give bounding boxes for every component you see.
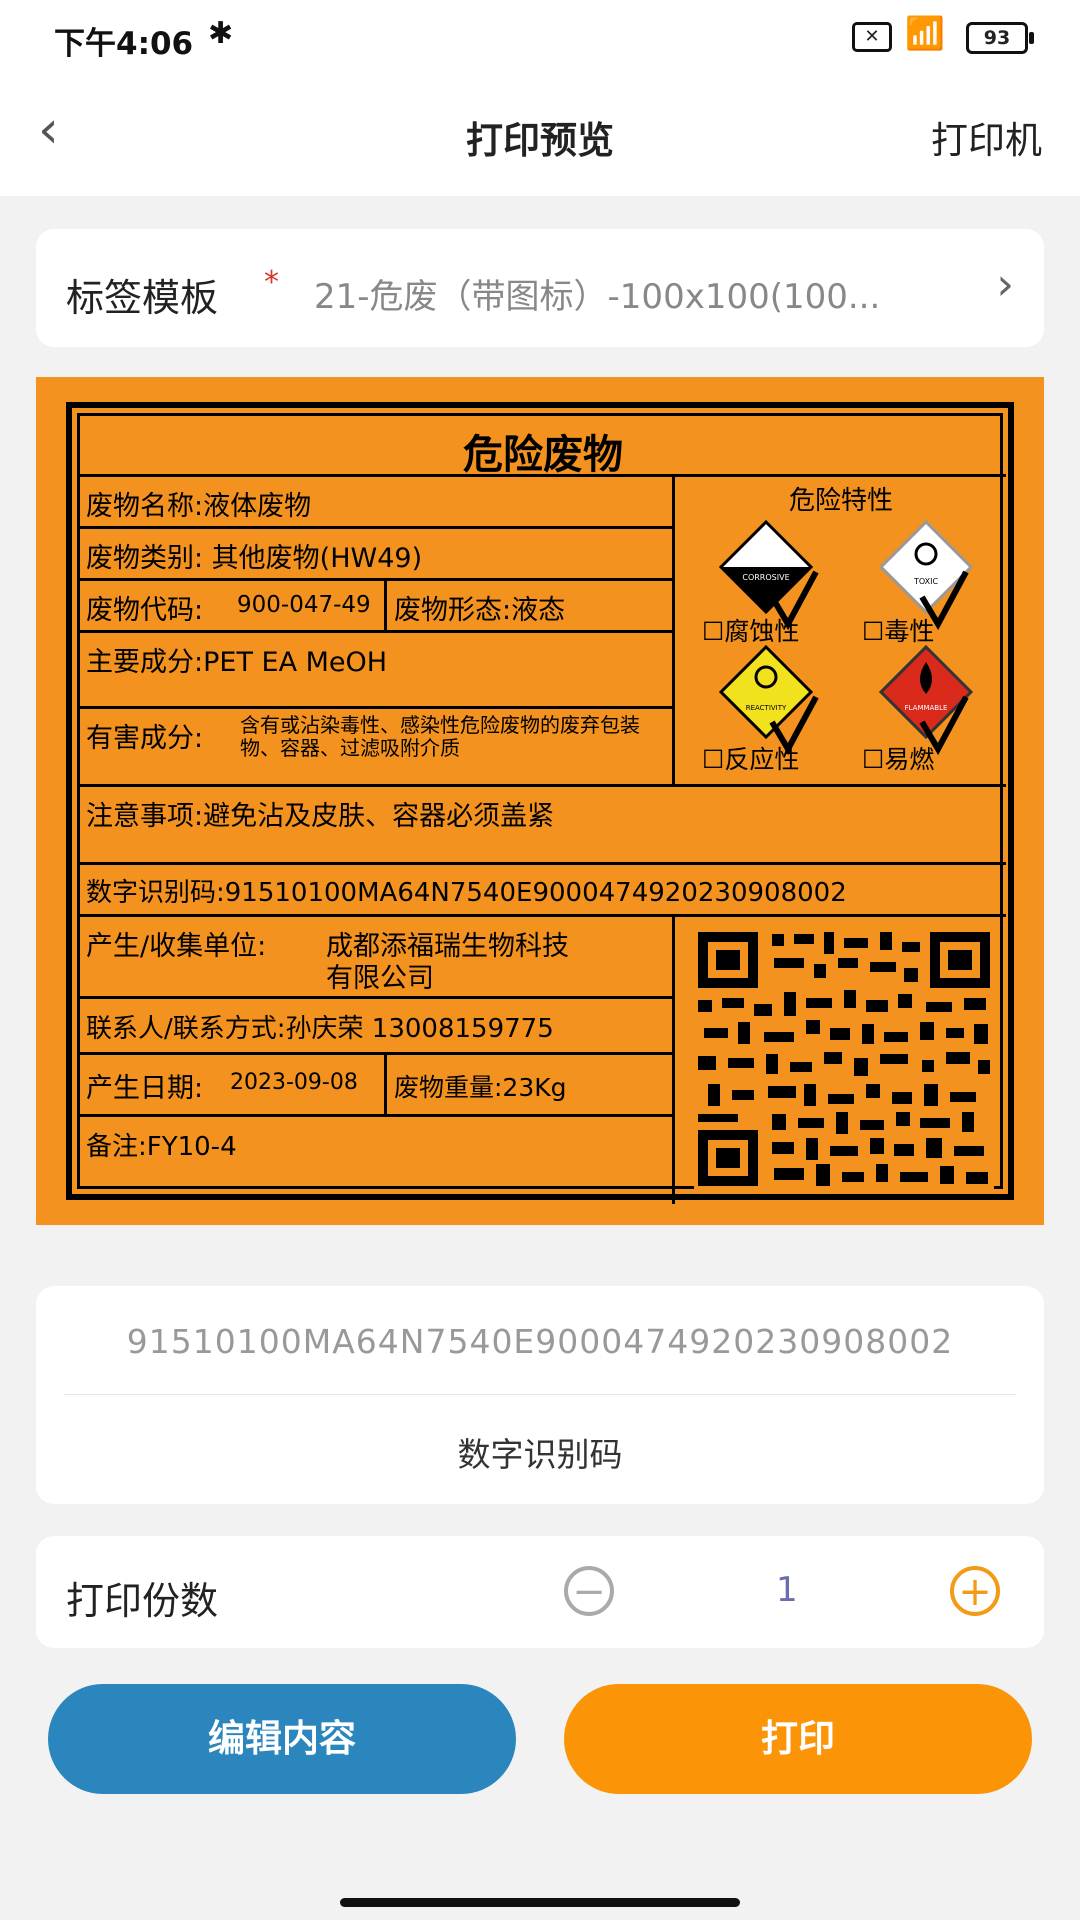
label-inner-frame: 危险废物 废物名称:液体废物 废物类别: 其他废物(HW49) 废物代码: 90… (77, 413, 1006, 1204)
divider (80, 630, 674, 633)
reactivity-icon-text: REACTIVITY (746, 704, 787, 712)
no-sim-icon: ✕ (852, 22, 892, 52)
waste-category: 废物类别: 其他废物(HW49) (86, 543, 423, 574)
qr-code (694, 928, 994, 1190)
hazard-toxic: ☐毒性 (862, 617, 935, 646)
hazard-corrosive: ☐腐蚀性 (702, 617, 800, 646)
divider (80, 706, 674, 709)
divider (384, 578, 387, 630)
divider (80, 784, 1006, 787)
home-indicator[interactable] (340, 1898, 740, 1907)
digital-code-value[interactable]: 91510100MA64N7540E900047492023090800​2 (36, 1322, 1044, 1361)
harmful-text: 含有或沾染毒性、感染性危险废物的废弃包装物、容器、过滤吸附介质 (240, 713, 640, 760)
waste-name: 废物名称:液体废物 (86, 491, 312, 522)
template-selector[interactable]: 标签模板 * 21-危废（带图标）-100x100(100... › (36, 229, 1044, 347)
main-components: 主要成分:PET EA MeOH (86, 647, 388, 678)
label-preview: 危险废物 废物名称:液体废物 废物类别: 其他废物(HW49) 废物代码: 90… (36, 377, 1044, 1225)
date-label: 产生日期: (86, 1073, 204, 1104)
print-button[interactable]: 打印 (564, 1684, 1032, 1794)
precaution: 注意事项:避免沾及皮肤、容器必须盖紧 (86, 801, 555, 832)
divider (80, 996, 674, 999)
digital-id: 数字识别码:91510100MA64N7540E9000474920230908… (86, 878, 847, 908)
battery-icon: 93 (966, 22, 1034, 54)
waste-code-label: 废物代码: (86, 595, 204, 626)
printer-button[interactable]: 打印机 (931, 110, 1042, 164)
divider (672, 474, 675, 784)
print-copies-card: 打印份数 − 1 + (36, 1536, 1044, 1648)
copies-value[interactable]: 1 (776, 1570, 798, 1610)
waste-form: 废物形态:液态 (394, 595, 566, 626)
producer-label: 产生/收集单位: (86, 931, 267, 962)
hazard-flammable: ☐易燃 (862, 745, 935, 774)
divider (64, 1394, 1016, 1395)
waste-weight: 废物重量:23Kg (394, 1073, 567, 1102)
copies-label: 打印份数 (66, 1579, 219, 1623)
divider (80, 474, 1006, 477)
status-bar: 下午4:06 ✱ ✕ 📶 93 (0, 0, 1080, 76)
wifi-icon: 📶 (905, 14, 945, 52)
flammable-icon: FLAMMABLE (878, 644, 974, 756)
producer-line2: 有限公司 (326, 963, 434, 994)
divider (80, 1114, 674, 1117)
template-label: 标签模板 (66, 276, 219, 320)
divider (384, 1052, 387, 1114)
bluetooth-icon: ✱ (208, 16, 234, 51)
waste-code: 900-047-49 (237, 592, 371, 618)
divider (80, 914, 1006, 917)
divider (80, 526, 674, 529)
toxic-icon: TOXIC (878, 519, 974, 631)
template-value: 21-危废（带图标）-100x100(100... (314, 277, 881, 317)
divider (80, 1052, 674, 1055)
production-date: 2023-09-08 (230, 1070, 358, 1095)
divider (672, 914, 675, 1204)
contact: 联系人/联系方式:孙庆荣 13008159775 (86, 1014, 554, 1044)
harmful-label: 有害成分: (86, 723, 204, 754)
corrosive-icon-text: CORROSIVE (742, 573, 789, 582)
toxic-icon-text: TOXIC (913, 577, 939, 586)
minus-icon[interactable]: − (564, 1566, 614, 1616)
corrosive-icon: CORROSIVE (718, 519, 819, 631)
required-mark: * (264, 265, 279, 300)
chevron-right-icon: › (996, 259, 1014, 310)
label-title: 危险废物 (463, 432, 623, 478)
label-frame: 危险废物 废物名称:液体废物 废物类别: 其他废物(HW49) 废物代码: 90… (66, 402, 1014, 1204)
page-title: 打印预览 (466, 119, 614, 162)
divider (80, 578, 674, 581)
remark: 备注:FY10-4 (86, 1132, 237, 1162)
divider (80, 862, 1006, 865)
nav-bar: ‹ 打印预览 打印机 (0, 76, 1080, 196)
flammable-icon-text: FLAMMABLE (905, 704, 948, 712)
edit-content-button[interactable]: 编辑内容 (48, 1684, 516, 1794)
digital-code-card: 91510100MA64N7540E900047492023090800​2 数… (36, 1286, 1044, 1504)
hazard-reactivity: ☐反应性 (702, 745, 800, 774)
digital-code-caption: 数字识别码 (457, 1435, 623, 1474)
plus-icon[interactable]: + (950, 1566, 1000, 1616)
reactivity-icon: REACTIVITY (718, 644, 819, 756)
status-time: 下午4:06 (54, 26, 194, 62)
battery-level: 93 (983, 27, 1011, 49)
